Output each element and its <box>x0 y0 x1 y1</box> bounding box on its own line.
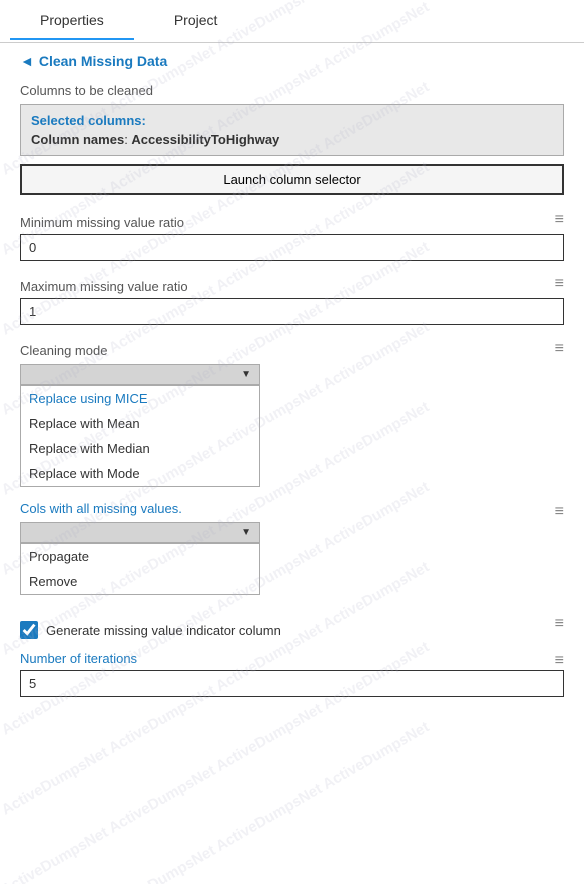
cols-missing-dropdown-list: Propagate Remove <box>20 543 260 595</box>
cleaning-mode-option-median[interactable]: Replace with Median <box>21 436 259 461</box>
checkbox-menu-icon[interactable]: ≡ <box>555 615 564 633</box>
cleaning-mode-row: Cleaning mode ≡ <box>20 333 564 364</box>
max-missing-menu-icon[interactable]: ≡ <box>555 275 564 293</box>
cols-missing-dropdown: ▼ Propagate Remove <box>20 522 564 595</box>
generate-indicator-checkbox[interactable] <box>20 621 38 639</box>
cleaning-mode-option-mice[interactable]: Replace using MICE <box>21 386 259 411</box>
cleaning-mode-label: Cleaning mode <box>20 343 107 358</box>
max-missing-row: Maximum missing value ratio ≡ <box>20 269 564 298</box>
section-title: ◄ Clean Missing Data <box>20 53 564 69</box>
cleaning-mode-option-mode[interactable]: Replace with Mode <box>21 461 259 486</box>
cleaning-mode-dropdown-list: Replace using MICE Replace with Mean Rep… <box>20 385 260 487</box>
cols-missing-label: Cols with all missing values. <box>20 501 182 516</box>
launch-column-selector-button[interactable]: Launch column selector <box>20 164 564 195</box>
header-tabs: Properties Project <box>0 0 584 43</box>
cleaning-mode-option-mean[interactable]: Replace with Mean <box>21 411 259 436</box>
checkbox-row-outer: Generate missing value indicator column … <box>20 605 564 643</box>
column-names-value: Column names: AccessibilityToHighway <box>31 132 553 147</box>
max-missing-label: Maximum missing value ratio <box>20 279 188 294</box>
iterations-label: Number of iterations <box>20 651 137 666</box>
tab-properties[interactable]: Properties <box>10 2 134 40</box>
iterations-input[interactable] <box>20 670 564 697</box>
iterations-menu-icon[interactable]: ≡ <box>555 652 564 670</box>
cols-missing-dropdown-arrow: ▼ <box>241 527 251 538</box>
cols-missing-option-remove[interactable]: Remove <box>21 569 259 594</box>
cleaning-mode-dropdown-arrow: ▼ <box>241 369 251 380</box>
min-missing-row: Minimum missing value ratio ≡ <box>20 205 564 234</box>
selected-columns-box: Selected columns: Column names: Accessib… <box>20 104 564 156</box>
cols-missing-row: Cols with all missing values. ≡ <box>20 501 564 522</box>
cleaning-mode-dropdown-btn[interactable]: ▼ <box>20 364 260 385</box>
cols-missing-dropdown-btn[interactable]: ▼ <box>20 522 260 543</box>
cleaning-mode-dropdown: ▼ Replace using MICE Replace with Mean R… <box>20 364 564 487</box>
columns-label: Columns to be cleaned <box>20 83 564 98</box>
main-content: ◄ Clean Missing Data Columns to be clean… <box>0 43 584 707</box>
checkbox-row: Generate missing value indicator column <box>20 621 281 639</box>
cols-missing-menu-icon[interactable]: ≡ <box>555 503 564 521</box>
cols-missing-option-propagate[interactable]: Propagate <box>21 544 259 569</box>
triangle-icon: ◄ <box>20 53 34 69</box>
min-missing-menu-icon[interactable]: ≡ <box>555 211 564 229</box>
max-missing-input[interactable] <box>20 298 564 325</box>
checkbox-label: Generate missing value indicator column <box>46 623 281 638</box>
min-missing-input[interactable] <box>20 234 564 261</box>
cleaning-mode-menu-icon[interactable]: ≡ <box>555 340 564 358</box>
column-names-label: Column names <box>31 132 124 147</box>
iterations-row: Number of iterations ≡ <box>20 651 564 670</box>
selected-columns-title: Selected columns: <box>31 113 553 128</box>
min-missing-label: Minimum missing value ratio <box>20 215 184 230</box>
column-names-data: AccessibilityToHighway <box>131 132 279 147</box>
tab-project[interactable]: Project <box>144 2 248 40</box>
